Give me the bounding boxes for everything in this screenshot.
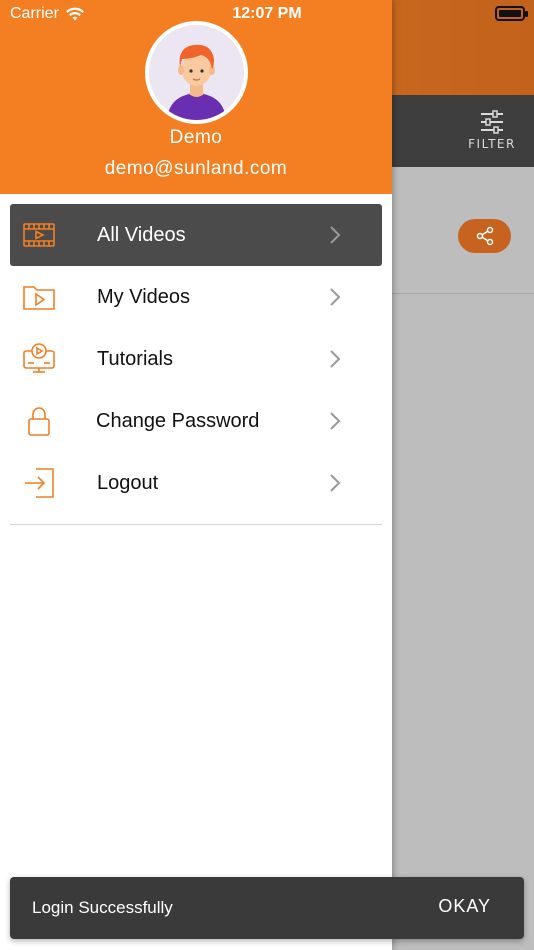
avatar[interactable] [145, 21, 248, 124]
menu-divider [10, 524, 382, 525]
drawer-header: Demo demo@sunland.com [0, 0, 392, 194]
clock: 12:07 PM [232, 5, 302, 22]
snackbar: Login Successfully OKAY [10, 877, 524, 939]
chevron-right-icon [330, 474, 341, 492]
status-bar: Carrier 12:07 PM [0, 0, 534, 28]
menu-item-my-videos[interactable]: My Videos [10, 266, 382, 328]
video-folder-icon [22, 280, 56, 314]
chevron-right-icon [330, 288, 341, 306]
menu-item-all-videos[interactable]: All Videos [10, 204, 382, 266]
battery-icon [495, 6, 528, 21]
drawer-menu: All Videos My Videos Tutorials Change Pa… [10, 204, 382, 514]
tutorial-monitor-icon [22, 342, 56, 376]
share-icon [476, 226, 493, 246]
menu-item-label: My Videos [97, 286, 191, 308]
menu-item-label: Tutorials [97, 348, 173, 370]
user-name: Demo [169, 127, 223, 148]
film-icon [22, 218, 56, 252]
snackbar-okay-button[interactable]: OKAY [438, 896, 491, 917]
chevron-right-icon [330, 412, 341, 430]
menu-item-label: Logout [97, 472, 159, 494]
menu-item-tutorials[interactable]: Tutorials [10, 328, 382, 390]
chevron-right-icon [330, 226, 341, 244]
filter-label: FILTER [468, 137, 516, 151]
navigation-drawer: Demo demo@sunland.com All Videos My Vide… [0, 0, 392, 950]
filter-button[interactable]: FILTER [462, 110, 522, 156]
chevron-right-icon [330, 350, 341, 368]
logout-icon [22, 466, 56, 500]
user-email: demo@sunland.com [104, 158, 288, 179]
menu-item-label: All Videos [97, 224, 186, 246]
menu-item-change-password[interactable]: Change Password [10, 390, 382, 452]
filter-sliders-icon [481, 110, 503, 134]
snackbar-message: Login Successfully [32, 898, 173, 917]
user-avatar-icon [149, 25, 244, 120]
lock-icon [22, 404, 56, 438]
menu-item-logout[interactable]: Logout [10, 452, 382, 514]
menu-item-label: Change Password [96, 410, 260, 432]
share-button[interactable] [458, 219, 511, 253]
